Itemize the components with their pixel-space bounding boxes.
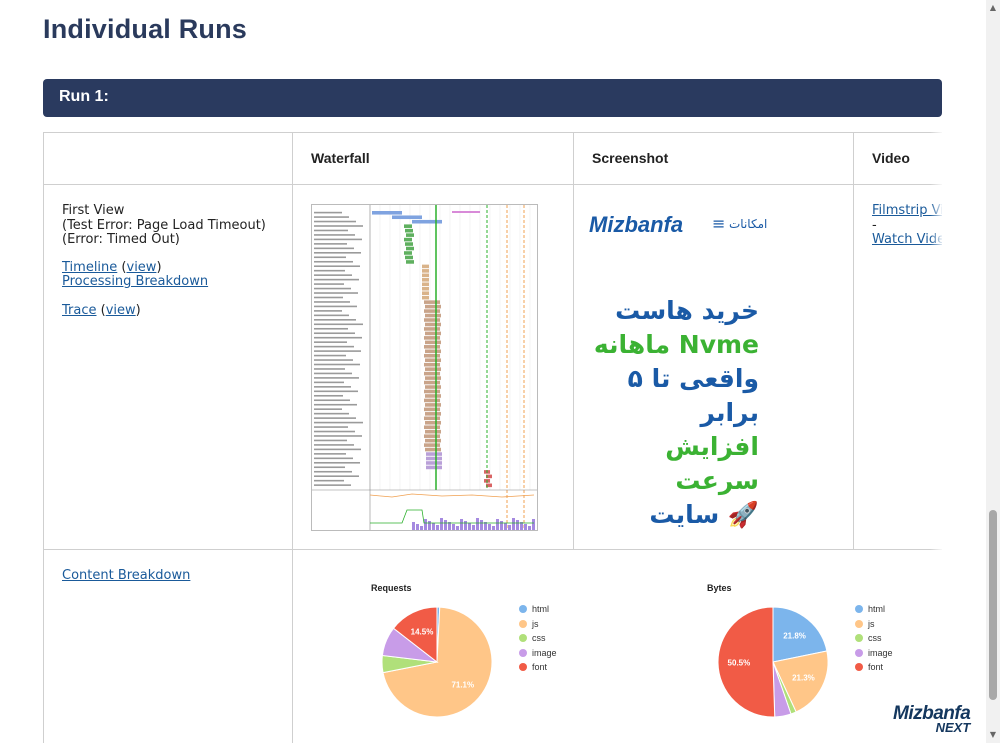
legend-dot: [855, 605, 863, 614]
trace-link[interactable]: Trace: [62, 303, 97, 318]
legend-label: css: [868, 633, 882, 644]
header-video: Video: [872, 150, 910, 166]
headline-line-3: واقعی تا ۵ برابر: [627, 364, 759, 427]
pie-data-label: 71.1%: [451, 680, 474, 689]
legend-label: css: [532, 633, 546, 644]
requests-chart-title: Requests: [371, 583, 412, 593]
legend-dot: [519, 619, 527, 628]
legend-dot: [855, 634, 863, 643]
headline-line-1: خرید هاست: [615, 296, 759, 325]
content-breakdown-cell: Content Breakdown: [62, 568, 190, 584]
legend-dot: [519, 663, 527, 672]
menu-icon: ≡: [712, 214, 726, 233]
processing-breakdown-link[interactable]: Processing Breakdown: [62, 274, 208, 289]
trace-view-link[interactable]: view: [106, 303, 136, 318]
paren-close: ): [135, 302, 141, 318]
legend-item: js: [855, 617, 893, 632]
table-col-divider: [853, 132, 854, 549]
legend-item: font: [519, 660, 557, 675]
legend-label: font: [532, 662, 548, 673]
scrollbar-thumb[interactable]: [989, 510, 997, 700]
paren-close: ): [156, 259, 162, 275]
requests-pie-chart: 71.1% 14.5%: [381, 606, 493, 718]
legend-label: js: [868, 618, 875, 629]
screenshot-brand-logo: Mizbanfa: [589, 212, 684, 237]
headline-line-4: افزایش سرعت: [665, 432, 759, 495]
overflow-fade: [930, 132, 944, 743]
waterfall-thumbnail[interactable]: [311, 204, 538, 531]
legend-label: image: [868, 647, 893, 658]
legend-dot: [855, 619, 863, 628]
screenshot-headline: خرید هاست ماهانه Nvme واقعی تا ۵ برابر ا…: [589, 294, 759, 532]
legend-label: image: [532, 647, 557, 658]
table-border-top: [43, 132, 942, 133]
table-row-divider: [43, 549, 942, 550]
first-view-error: (Test Error: Page Load Timeout): [62, 217, 266, 233]
first-view-label: First View: [62, 203, 125, 218]
legend-label: js: [532, 618, 539, 629]
legend-dot: [855, 663, 863, 672]
runs-table: Waterfall Screenshot Video First View (T…: [43, 132, 942, 743]
headline-line-2: ماهانه Nvme: [593, 330, 759, 359]
timeline-link[interactable]: Timeline: [62, 260, 117, 275]
page-title: Individual Runs: [43, 14, 248, 44]
legend-item: image: [519, 646, 557, 661]
legend-dot: [855, 648, 863, 657]
legend-item: image: [855, 646, 893, 661]
legend-item: html: [519, 602, 557, 617]
scroll-down-icon[interactable]: ▼: [989, 731, 997, 739]
legend-label: font: [868, 662, 884, 673]
table-border-left: [43, 132, 44, 743]
legend-item: font: [855, 660, 893, 675]
legend-item: css: [855, 631, 893, 646]
table-col-divider: [573, 132, 574, 549]
pie-data-label: 21.8%: [783, 632, 806, 641]
waterfall-rows: [312, 205, 537, 530]
table-col-divider: [292, 132, 293, 743]
pie-data-label: 14.5%: [411, 627, 434, 636]
first-view-cell: First View (Test Error: Page Load Timeou…: [62, 203, 287, 318]
bytes-chart-title: Bytes: [707, 583, 732, 593]
screenshot-nav: Mizbanfa ≡ امکانات: [589, 208, 795, 242]
table-row-divider: [43, 184, 942, 185]
legend-label: html: [532, 604, 550, 615]
bytes-pie-chart: 21.8% 21.3% 50.5%: [717, 606, 829, 718]
pie-data-label: 50.5%: [728, 659, 751, 668]
scrollbar[interactable]: ▲ ▼: [986, 0, 1000, 743]
header-screenshot: Screenshot: [592, 150, 669, 166]
requests-legend: html js css image font: [519, 602, 557, 675]
timeline-view-link[interactable]: view: [127, 260, 157, 275]
run-header: Run 1:: [43, 79, 942, 117]
mizbanfa-watermark: Mizbanfa NEXT: [893, 703, 971, 735]
legend-dot: [519, 634, 527, 643]
pie-data-label: 21.3%: [792, 673, 815, 682]
legend-dot: [519, 605, 527, 614]
content-breakdown-link[interactable]: Content Breakdown: [62, 568, 190, 583]
legend-item: js: [519, 617, 557, 632]
legend-item: css: [519, 631, 557, 646]
first-view-error-2: (Error: Timed Out): [62, 232, 180, 247]
legend-dot: [519, 648, 527, 657]
legend-item: html: [855, 602, 893, 617]
legend-label: html: [868, 604, 886, 615]
waterfall-graphic: [312, 205, 537, 530]
screenshot-thumbnail[interactable]: Mizbanfa ≡ امکانات خرید هاست ماهانه Nvme…: [589, 202, 795, 529]
screenshot-menu-label: امکانات: [729, 217, 768, 231]
header-waterfall: Waterfall: [311, 150, 370, 166]
headline-line-5: سایت 🚀: [649, 500, 759, 529]
bytes-legend: html js css image font: [855, 602, 893, 675]
scroll-up-icon[interactable]: ▲: [989, 4, 997, 12]
